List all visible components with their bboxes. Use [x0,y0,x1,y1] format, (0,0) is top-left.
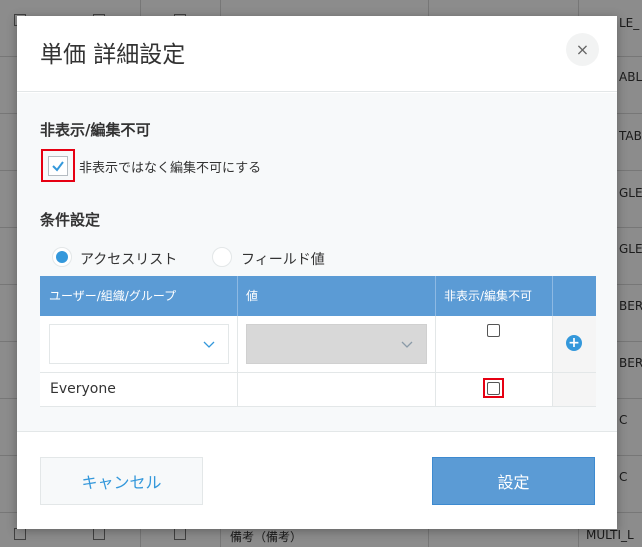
radio-field-value[interactable] [212,247,232,267]
dialog-header: 単価 詳細設定 × [17,16,617,92]
save-button[interactable]: 設定 [432,457,595,505]
add-row-button[interactable]: + [566,335,582,351]
everyone-hide-checkbox[interactable] [487,382,500,395]
new-row-hide-checkbox[interactable] [487,324,500,337]
header-divider [552,276,553,316]
value-select[interactable] [246,324,427,364]
user-select[interactable] [49,324,229,364]
radio-field-value-label[interactable]: フィールド値 [241,249,325,269]
close-icon: × [575,40,590,59]
cell-divider [435,316,436,373]
chevron-down-icon [401,341,413,348]
table-row: Everyone [40,373,596,407]
plus-icon: + [568,335,580,351]
column-header-value: 値 [246,289,259,303]
table-row-new: + [40,316,596,373]
section-title-condition: 条件設定 [40,211,101,229]
cell-divider [237,373,238,407]
detail-settings-dialog: 単価 詳細設定 × 非表示/編集不可 非表示ではなく編集不可にする 条件設定 ア… [17,16,617,529]
dialog-footer: キャンセル 設定 [17,431,617,529]
dialog-title: 単価 詳細設定 [40,42,186,68]
check-icon [52,161,64,172]
close-button[interactable]: × [566,33,599,66]
empty-action-cell [553,373,596,406]
readonly-instead-checkbox[interactable] [48,156,68,176]
chevron-down-icon [203,341,215,348]
add-cell: + [553,316,596,372]
row-user: Everyone [50,381,116,397]
section-title-hide: 非表示/編集不可 [40,121,151,139]
radio-access-list-label[interactable]: アクセスリスト [80,249,177,269]
readonly-instead-label: 非表示ではなく編集不可にする [79,161,262,176]
radio-access-list[interactable] [52,247,72,267]
column-header-hide: 非表示/編集不可 [444,289,533,303]
cancel-button[interactable]: キャンセル [40,457,203,505]
dialog-body: 非表示/編集不可 非表示ではなく編集不可にする 条件設定 アクセスリスト フィー… [17,93,617,431]
cell-divider [435,373,436,407]
table-header: ユーザー/組織/グループ 値 非表示/編集不可 [40,276,596,316]
column-header-user: ユーザー/組織/グループ [49,289,177,303]
cell-divider [237,316,238,373]
radio-selected-dot [56,251,68,263]
